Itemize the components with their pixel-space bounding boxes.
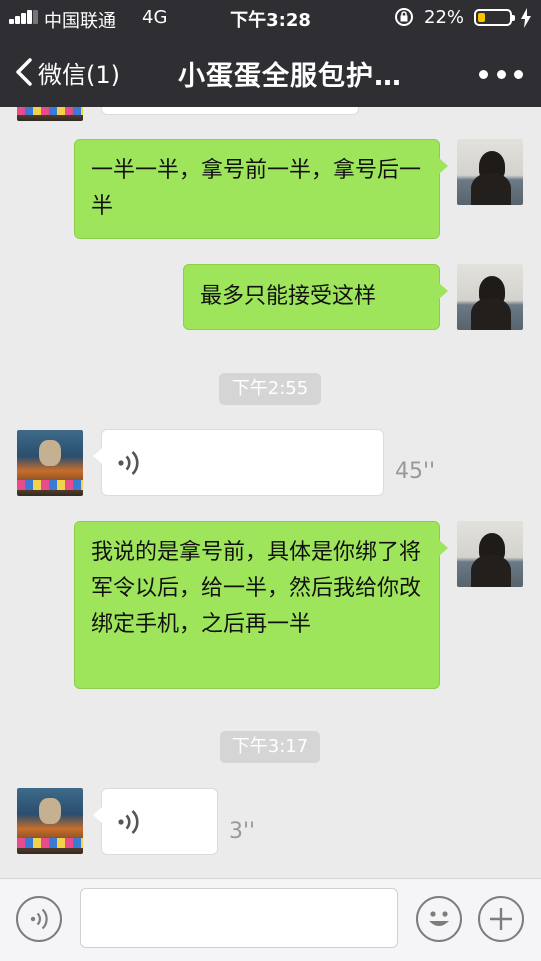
- contact-avatar[interactable]: [17, 107, 83, 121]
- plus-button[interactable]: [478, 896, 524, 942]
- voice-toggle-button[interactable]: [16, 896, 62, 942]
- my-message-bubble[interactable]: 一半一半，拿号前一半，拿号后一半: [74, 139, 448, 239]
- more-dot: [496, 69, 506, 79]
- status-bar: 中国联通 4G 下午3:28 22%: [0, 0, 541, 36]
- more-dot: [514, 69, 523, 79]
- message-text: 我说的是拿号前，具体是你绑了将军令以后，给一半，然后我给你改绑定手机，之后再一半: [91, 540, 422, 637]
- timestamp-badge: 下午2:55: [219, 373, 321, 405]
- more-options-button[interactable]: [479, 68, 523, 80]
- timestamp-badge: 下午3:17: [220, 731, 320, 763]
- chevron-left-icon: [16, 58, 32, 86]
- nav-bar: 微信(1) 小蛋蛋全服包护…: [0, 38, 541, 107]
- my-message-bubble[interactable]: 最多只能接受这样: [183, 264, 448, 330]
- previous-message-bubble[interactable]: [101, 107, 359, 115]
- rotation-lock-icon: [395, 8, 413, 26]
- back-label: 微信(1): [38, 60, 120, 89]
- emoji-button[interactable]: [416, 896, 462, 942]
- message-input[interactable]: [80, 888, 398, 948]
- battery-level: [478, 13, 485, 22]
- battery-icon: [474, 9, 515, 26]
- my-avatar[interactable]: [457, 521, 523, 587]
- plus-icon: [490, 908, 512, 930]
- more-dots-icon: [479, 69, 488, 79]
- voice-wave-icon: [118, 810, 139, 834]
- voice-message-bubble[interactable]: [93, 429, 384, 496]
- voice-wave-icon: [118, 451, 139, 475]
- contact-avatar[interactable]: [17, 788, 83, 854]
- emoji-icon: [429, 911, 449, 926]
- my-message-bubble[interactable]: 我说的是拿号前，具体是你绑了将军令以后，给一半，然后我给你改绑定手机，之后再一半: [74, 521, 448, 689]
- chat-title: 小蛋蛋全服包护…: [178, 61, 402, 92]
- top-bar: 中国联通 4G 下午3:28 22% 微信(1) 小蛋蛋全服包护…: [0, 0, 541, 107]
- battery-percent: 22%: [424, 7, 465, 28]
- back-button[interactable]: 微信(1): [14, 52, 120, 92]
- voice-duration: 3'': [229, 819, 256, 844]
- my-avatar[interactable]: [457, 264, 523, 330]
- voice-duration: 45'': [395, 459, 436, 484]
- voice-message-bubble[interactable]: [93, 788, 218, 855]
- voice-toggle-icon: [30, 908, 48, 930]
- charging-icon: [521, 8, 531, 28]
- my-avatar[interactable]: [457, 139, 523, 205]
- contact-avatar[interactable]: [17, 430, 83, 496]
- message-text: 一半一半，拿号前一半，拿号后一半: [91, 158, 422, 219]
- chat-area[interactable]: 一半一半，拿号前一半，拿号后一半 最多只能接受这样 下午2:55 45'' 我说…: [0, 107, 541, 878]
- message-text: 最多只能接受这样: [200, 284, 377, 309]
- input-bar: [0, 878, 541, 961]
